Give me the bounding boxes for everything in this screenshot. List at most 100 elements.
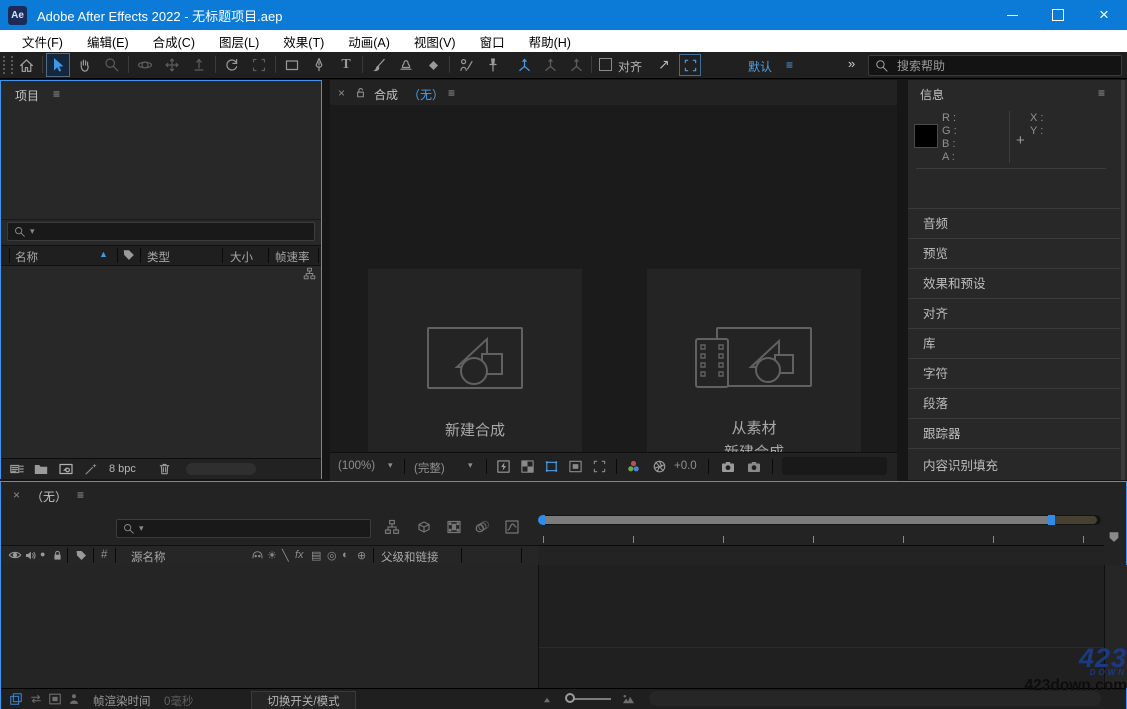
timeline-tab-close-icon[interactable]: ×: [13, 488, 20, 502]
interpret-footage-icon[interactable]: [9, 461, 25, 477]
help-search-input[interactable]: [895, 58, 1099, 74]
label-tag-icon[interactable]: [122, 248, 136, 262]
hand-tool[interactable]: [73, 53, 97, 77]
time-navigator-start-handle[interactable]: [538, 515, 545, 525]
graph-editor-icon[interactable]: [504, 519, 520, 535]
fast-preview-icon[interactable]: [496, 459, 511, 474]
camera-tool[interactable]: [247, 53, 271, 77]
quality-pencil-icon[interactable]: ╲: [282, 549, 289, 562]
menu-item-help[interactable]: 帮助(H): [517, 30, 583, 52]
menu-item-layer[interactable]: 图层(L): [207, 30, 271, 52]
adjustment-layer-icon[interactable]: ◐: [342, 549, 349, 561]
exposure-value[interactable]: +0.0: [674, 460, 697, 472]
project-panel-menu-icon[interactable]: ≡: [53, 87, 60, 101]
search-dropdown-icon[interactable]: ▾: [30, 226, 35, 237]
channel-color-icon[interactable]: [626, 459, 641, 474]
minimize-button[interactable]: [989, 0, 1035, 30]
panel-resize-pill[interactable]: [186, 463, 256, 475]
collapse-sun-icon[interactable]: ☀: [267, 549, 277, 562]
toggle-switches-modes-button[interactable]: 切换开关/模式: [251, 691, 356, 709]
column-framerate[interactable]: 帧速率: [275, 249, 310, 265]
zoom-tool[interactable]: [100, 53, 124, 77]
zoom-out-mountain-icon[interactable]: [541, 694, 553, 706]
world-axis-mode-button[interactable]: [538, 53, 562, 77]
menu-item-file[interactable]: 文件(F): [10, 30, 75, 52]
side-panel-libraries[interactable]: 库: [908, 328, 1120, 355]
side-panel-content-aware-fill[interactable]: 内容识别填充: [908, 448, 1120, 480]
three-d-layer-icon[interactable]: ⊕: [357, 549, 366, 562]
close-button[interactable]: ×: [1081, 0, 1127, 30]
menu-item-effect[interactable]: 效果(T): [271, 30, 336, 52]
bit-depth-button[interactable]: 8 bpc: [109, 463, 136, 475]
resolution-dropdown[interactable]: (完整): [414, 460, 445, 476]
column-type[interactable]: 类型: [147, 249, 170, 265]
share-person-icon[interactable]: [67, 692, 81, 706]
effects-fx-icon[interactable]: fx: [295, 549, 304, 561]
show-snapshot-icon[interactable]: [746, 459, 762, 475]
column-size[interactable]: 大小: [230, 249, 253, 265]
eraser-tool[interactable]: [421, 53, 445, 77]
transparency-grid-icon[interactable]: [520, 459, 535, 474]
layer-list-area[interactable]: [1, 565, 538, 688]
side-panel-effects-presets[interactable]: 效果和预设: [908, 268, 1120, 295]
expand-layer-switches-icon[interactable]: [9, 692, 23, 706]
clone-stamp-tool[interactable]: [394, 53, 418, 77]
time-navigator-bar[interactable]: [545, 516, 1048, 524]
workspace-overflow-icon[interactable]: »: [848, 56, 855, 71]
draft-3d-icon[interactable]: [416, 519, 432, 535]
timeline-zoom-slider-knob[interactable]: [565, 693, 575, 703]
expand-in-out-icon[interactable]: [48, 692, 62, 706]
menu-item-composition[interactable]: 合成(C): [141, 30, 207, 52]
lock-open-icon[interactable]: [354, 86, 367, 99]
right-panel-scrollbar[interactable]: [1121, 80, 1125, 480]
audio-speaker-icon[interactable]: [24, 549, 37, 562]
rotation-tool[interactable]: [220, 53, 244, 77]
snap-checkbox[interactable]: [599, 58, 612, 71]
time-navigator-track[interactable]: [538, 515, 1101, 525]
comp-timecode-box[interactable]: [782, 457, 887, 475]
dolly-camera-tool[interactable]: [187, 53, 211, 77]
maximize-button[interactable]: [1035, 0, 1081, 30]
view-axis-mode-button[interactable]: [564, 53, 588, 77]
menu-item-window[interactable]: 窗口: [468, 30, 517, 52]
side-panel-align[interactable]: 对齐: [908, 298, 1120, 325]
mask-visibility-icon[interactable]: [544, 459, 559, 474]
side-panel-tracker[interactable]: 跟踪器: [908, 418, 1120, 445]
label-tag-icon[interactable]: [75, 549, 88, 562]
project-search-box[interactable]: ▾: [7, 222, 315, 241]
new-composition-icon[interactable]: [58, 461, 74, 477]
video-eye-icon[interactable]: [8, 548, 22, 562]
column-name[interactable]: 名称: [15, 249, 38, 265]
time-ruler[interactable]: [538, 528, 1104, 546]
side-panel-preview[interactable]: 预览: [908, 238, 1120, 265]
roto-brush-tool[interactable]: [454, 53, 478, 77]
timeline-vertical-scrollbar[interactable]: [1104, 565, 1127, 688]
puppet-pin-tool[interactable]: [481, 53, 505, 77]
frame-blending-icon[interactable]: [446, 519, 462, 535]
parent-link-column[interactable]: 父级和链接: [381, 549, 439, 565]
selection-tool[interactable]: [46, 53, 70, 77]
workspace-label[interactable]: 默认: [748, 58, 772, 75]
track-area[interactable]: [538, 565, 1105, 688]
snapshot-camera-icon[interactable]: [720, 459, 736, 475]
panel-grip[interactable]: [3, 56, 13, 74]
info-panel-menu-icon[interactable]: ≡: [1098, 86, 1105, 100]
capture-region-button[interactable]: [679, 54, 701, 76]
source-name-column[interactable]: 源名称: [131, 549, 166, 565]
timeline-tab[interactable]: （无）: [31, 488, 67, 505]
zoom-in-mountains-icon[interactable]: [621, 692, 636, 707]
workspace-menu-icon[interactable]: ≡: [786, 58, 793, 72]
shy-icon[interactable]: [251, 549, 264, 562]
timeline-panel-menu-icon[interactable]: ≡: [77, 488, 84, 502]
tab-info[interactable]: 信息: [920, 86, 944, 103]
home-button[interactable]: [14, 53, 38, 77]
time-navigator-tail[interactable]: [1055, 516, 1097, 524]
comp-panel-menu-icon[interactable]: ≡: [448, 86, 455, 100]
time-navigator-end-handle[interactable]: [1048, 515, 1055, 525]
tab-composition[interactable]: 合成: [374, 86, 398, 103]
side-panel-paragraph[interactable]: 段落: [908, 388, 1120, 415]
pickwhip-arrow-icon[interactable]: ↗: [658, 56, 670, 73]
orbit-camera-tool[interactable]: [133, 53, 157, 77]
lock-icon[interactable]: [51, 549, 64, 562]
comp-marker-bin-icon[interactable]: [1107, 530, 1121, 544]
